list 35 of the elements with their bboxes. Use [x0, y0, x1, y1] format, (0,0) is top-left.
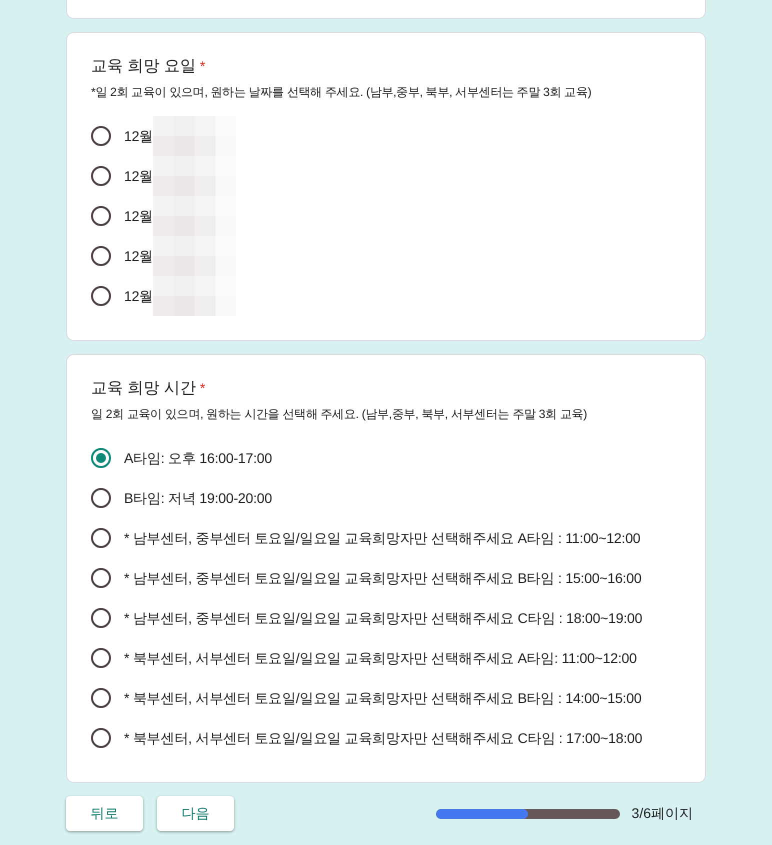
- back-button[interactable]: 뒤로: [66, 796, 143, 831]
- option-label[interactable]: * 남부센터, 중부센터 토요일/일요일 교육희망자만 선택해주세요 A타임 : 11:00~12:00: [124, 529, 640, 547]
- option-label[interactable]: * 북부센터, 서부센터 토요일/일요일 교육희망자만 선택해주세요 B타임 : 14:00~15:00: [124, 689, 642, 707]
- radio-button[interactable]: [91, 488, 111, 508]
- option-label[interactable]: 12월: [124, 287, 153, 305]
- question-title: 교육 희망 시간: [91, 379, 196, 399]
- radio-button[interactable]: [91, 728, 111, 748]
- radio-button[interactable]: [91, 688, 111, 708]
- required-mark: *: [200, 379, 206, 398]
- question-description: *일 2회 교육이 있으며, 원하는 날짜를 선택해 주세요. (남부,중부, 북부, 서부센터는 주말 3회 교육): [91, 84, 592, 101]
- option-label[interactable]: A타임: 오후 16:00-17:00: [124, 449, 272, 467]
- option-label[interactable]: 12월: [124, 247, 153, 265]
- radio-button[interactable]: [91, 528, 111, 548]
- radio-button[interactable]: [91, 166, 111, 186]
- next-button[interactable]: 다음: [157, 796, 234, 831]
- question-title: 교육 희망 요일: [91, 57, 196, 77]
- question-description: 일 2회 교육이 있으며, 원하는 시간을 선택해 주세요. (남부,중부, 북부, 서부센터는 주말 3회 교육): [91, 406, 588, 423]
- option-label[interactable]: 12월: [124, 207, 153, 225]
- radio-button[interactable]: [91, 286, 111, 306]
- option-label[interactable]: * 북부센터, 서부센터 토요일/일요일 교육희망자만 선택해주세요 A타임: 11:00~12:00: [124, 649, 637, 667]
- required-mark: *: [200, 57, 206, 76]
- radio-button[interactable]: [91, 608, 111, 628]
- radio-button[interactable]: [91, 126, 111, 146]
- radio-button[interactable]: [91, 568, 111, 588]
- option-label[interactable]: * 남부센터, 중부센터 토요일/일요일 교육희망자만 선택해주세요 B타임 : 15:00~16:00: [124, 569, 642, 587]
- radio-button[interactable]: [91, 246, 111, 266]
- option-label[interactable]: * 남부센터, 중부센터 토요일/일요일 교육희망자만 선택해주세요 C타임 : 18:00~19:00: [124, 609, 642, 627]
- radio-button[interactable]: [91, 448, 111, 468]
- option-label[interactable]: * 북부센터, 서부센터 토요일/일요일 교육희망자만 선택해주세요 C타임 : 17:00~18:00: [124, 729, 642, 747]
- option-label[interactable]: 12월: [124, 167, 153, 185]
- page-indicator: 3/6페이지: [632, 804, 693, 822]
- option-label[interactable]: B타임: 저녁 19:00-20:00: [124, 489, 272, 507]
- option-label[interactable]: 12월: [124, 127, 153, 145]
- radio-button[interactable]: [91, 206, 111, 226]
- radio-button[interactable]: [91, 648, 111, 668]
